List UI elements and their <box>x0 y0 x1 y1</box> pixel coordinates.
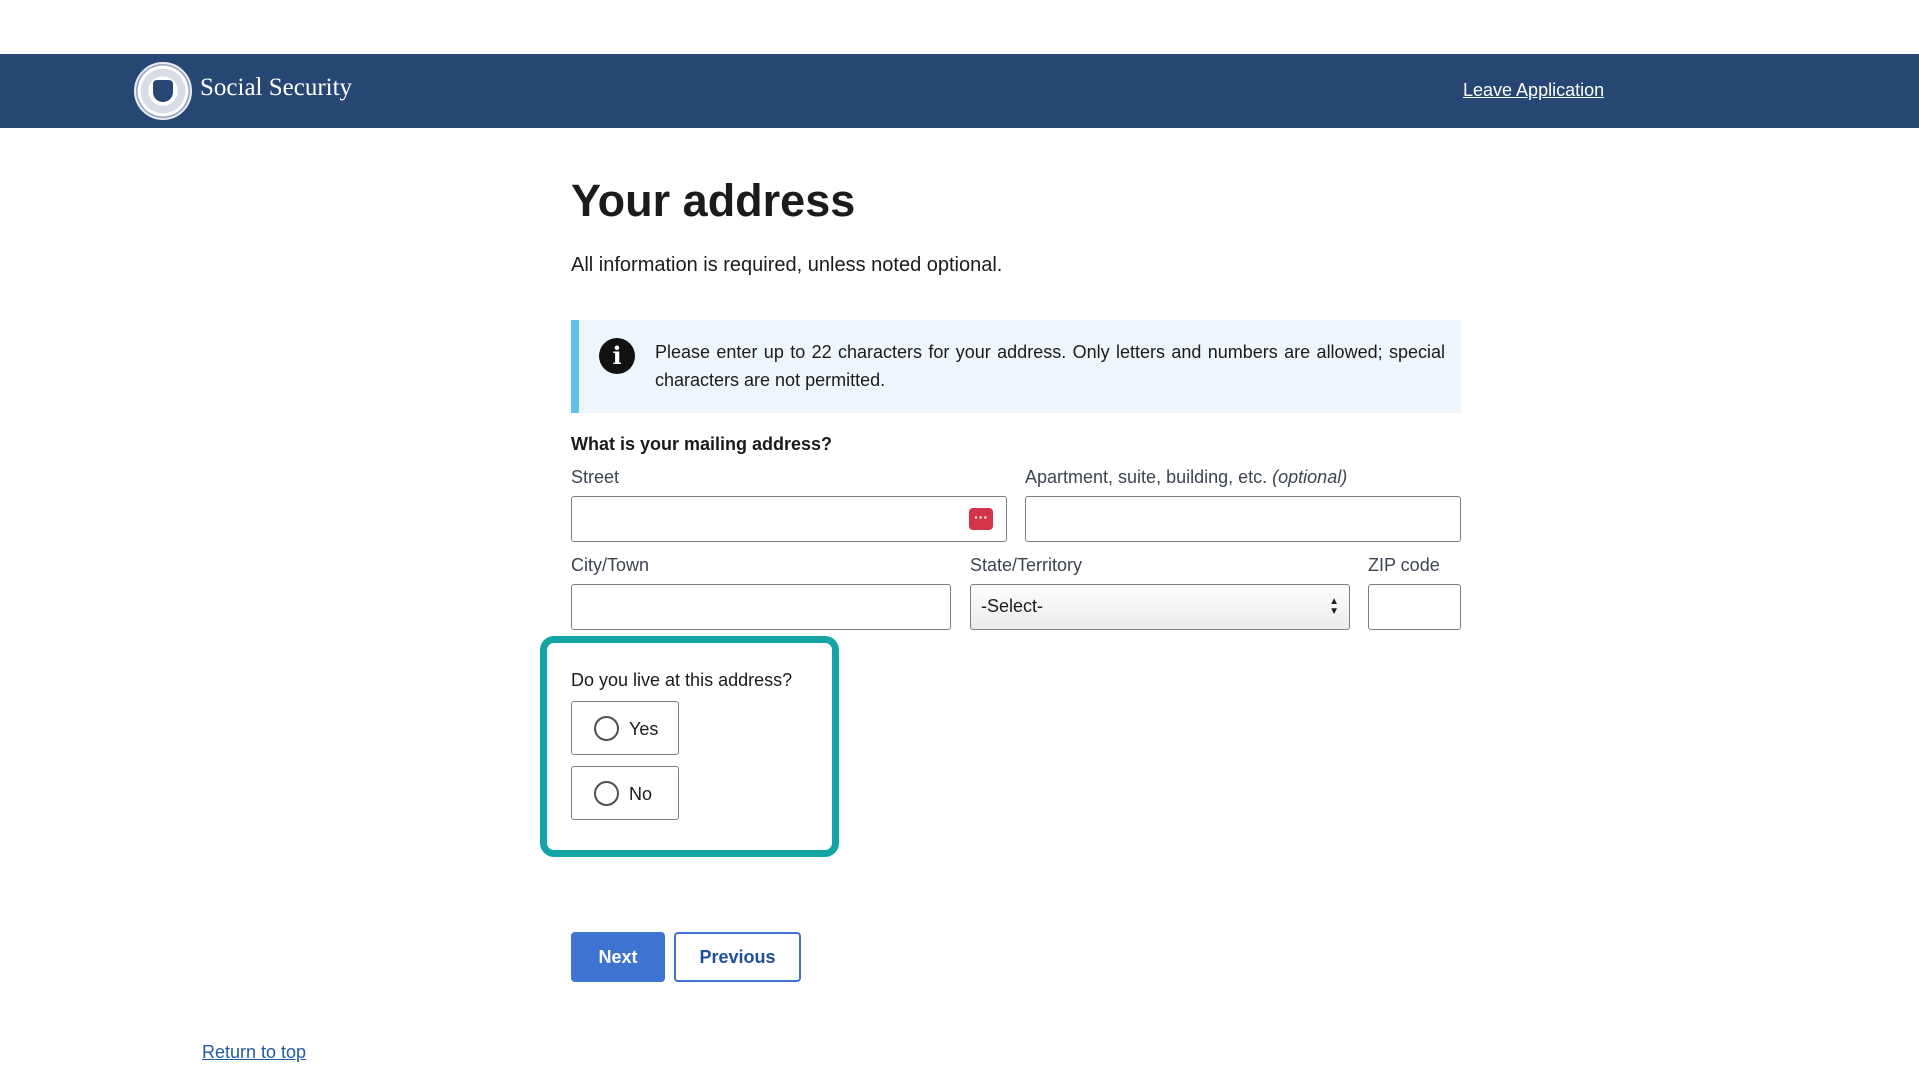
alert-text: Please enter up to 22 characters for you… <box>655 342 1445 390</box>
info-icon: i <box>599 338 635 374</box>
radio-circle-icon[interactable] <box>594 781 619 806</box>
page-title: Your address <box>571 175 856 226</box>
return-to-top-link[interactable]: Return to top <box>202 1042 306 1063</box>
brand-name[interactable]: Social Security <box>200 74 352 102</box>
ssa-seal-logo[interactable] <box>134 62 192 120</box>
leave-application-link[interactable]: Leave Application <box>1463 80 1604 101</box>
info-alert: i Please enter up to 22 characters for y… <box>571 320 1461 413</box>
optional-tag: (optional) <box>1272 467 1348 487</box>
apartment-label: Apartment, suite, building, etc. (option… <box>1025 467 1347 488</box>
state-selected-value: -Select- <box>981 596 1044 616</box>
apartment-input[interactable] <box>1025 496 1461 542</box>
state-select[interactable]: -Select- ▲ ▼ <box>970 584 1350 630</box>
zip-label: ZIP code <box>1368 555 1440 575</box>
city-label: City/Town <box>571 555 650 575</box>
state-label: State/Territory <box>970 555 1083 575</box>
city-input[interactable] <box>571 584 951 630</box>
mailing-address-question: What is your mailing address? <box>571 434 833 454</box>
radio-no-label: No <box>629 784 653 804</box>
radio-no[interactable]: No <box>571 766 679 820</box>
apartment-label-text: Apartment, suite, building, etc. <box>1025 467 1268 487</box>
live-at-address-question: Do you live at this address? <box>571 670 793 690</box>
previous-button[interactable]: Previous <box>674 932 801 982</box>
next-button[interactable]: Next <box>571 932 665 982</box>
password-manager-icon[interactable]: ··· <box>969 508 993 530</box>
intro-text: All information is required, unless note… <box>571 254 1003 276</box>
select-arrows-icon: ▲ ▼ <box>1329 596 1339 617</box>
zip-input[interactable] <box>1368 584 1461 630</box>
radio-circle-icon[interactable] <box>594 716 619 741</box>
street-input[interactable]: ··· <box>571 496 1007 542</box>
site-header: Social Security Leave Application <box>0 54 1919 128</box>
street-label: Street <box>571 467 620 487</box>
radio-yes-label: Yes <box>629 719 659 739</box>
radio-yes[interactable]: Yes <box>571 701 679 755</box>
seal-emblem-icon <box>153 80 173 102</box>
